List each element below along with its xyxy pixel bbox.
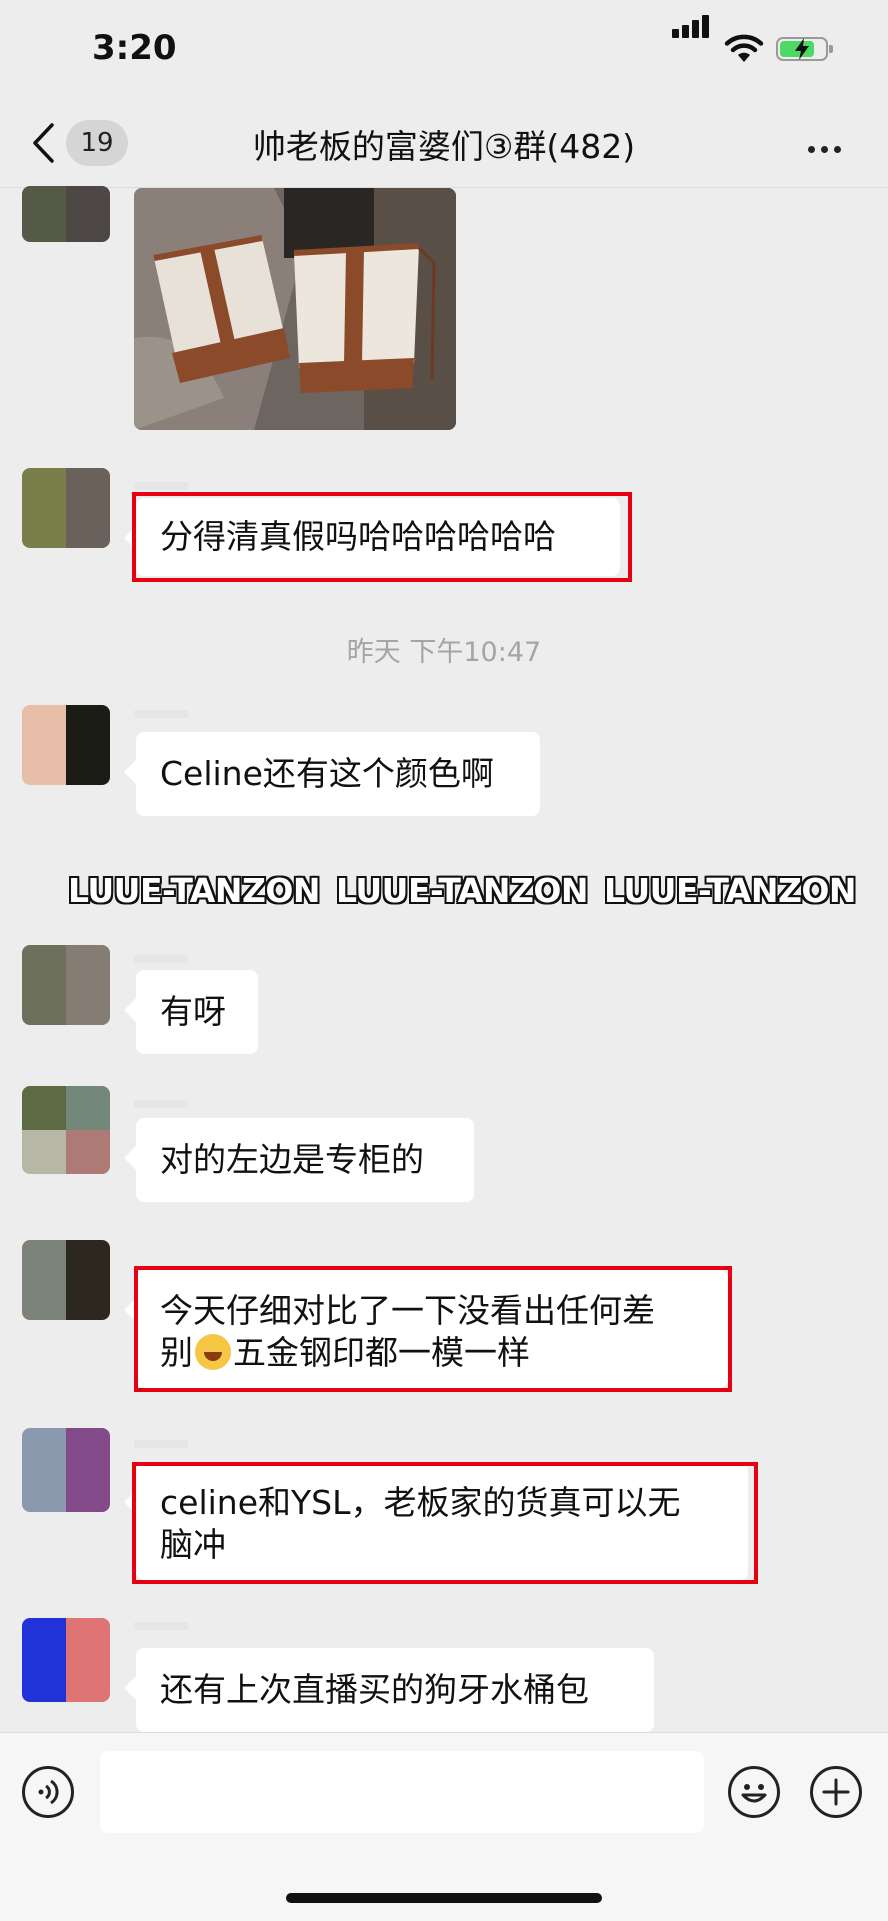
message-bubble[interactable]: 有呀 xyxy=(124,970,258,1054)
avatar[interactable] xyxy=(22,468,110,548)
message-text: 还有上次直播买的狗牙水桶包 xyxy=(160,1670,589,1709)
wifi-icon xyxy=(724,34,764,62)
watermark: LUUE-TANZON xyxy=(604,871,857,910)
watermark: LUUE-TANZON xyxy=(336,871,589,910)
more-dots-icon[interactable] xyxy=(808,138,847,157)
timestamp: 昨天 下午10:47 xyxy=(346,637,542,668)
sender-name-redacted xyxy=(134,1622,188,1630)
plus-icon[interactable] xyxy=(810,1766,862,1818)
avatar[interactable] xyxy=(22,1240,110,1320)
watermark: LUUE-TANZON xyxy=(68,871,321,910)
avatar[interactable] xyxy=(22,705,110,785)
highlight-box xyxy=(132,1462,758,1584)
sender-name-redacted xyxy=(134,955,188,963)
home-indicator xyxy=(286,1893,602,1903)
message-bubble[interactable]: 还有上次直播买的狗牙水桶包 xyxy=(124,1648,654,1732)
sender-name-redacted xyxy=(134,710,188,718)
chat-header: 19 帅老板的富婆们③群(482) xyxy=(0,100,888,188)
chevron-left-icon[interactable] xyxy=(30,122,56,164)
sender-name-redacted xyxy=(134,482,188,490)
message-text: 对的左边是专柜的 xyxy=(160,1140,424,1179)
message-bubble[interactable]: 对的左边是专柜的 xyxy=(124,1118,474,1202)
voice-icon[interactable] xyxy=(22,1766,74,1818)
message-input[interactable] xyxy=(100,1751,704,1833)
input-bar xyxy=(0,1732,888,1921)
sender-name-redacted xyxy=(134,1100,188,1108)
chat-title: 帅老板的富婆们③群(482) xyxy=(252,127,636,166)
unread-count-badge[interactable]: 19 xyxy=(66,120,128,166)
status-time: 3:20 xyxy=(92,28,177,68)
battery-icon xyxy=(776,37,833,61)
message-bubble[interactable]: Celine还有这个颜色啊 xyxy=(124,732,540,816)
status-bar: 3:20 xyxy=(0,0,888,100)
highlight-box xyxy=(132,492,632,582)
image-message[interactable] xyxy=(134,188,456,430)
avatar[interactable] xyxy=(22,1618,110,1702)
avatar[interactable] xyxy=(22,945,110,1025)
avatar[interactable] xyxy=(22,186,110,242)
emoji-icon[interactable] xyxy=(728,1766,780,1818)
message-text: 有呀 xyxy=(160,992,226,1031)
message-text: Celine还有这个颜色啊 xyxy=(160,754,494,793)
avatar[interactable] xyxy=(22,1428,110,1512)
highlight-box xyxy=(134,1266,732,1392)
sender-name-redacted xyxy=(134,1440,188,1448)
avatar[interactable] xyxy=(22,1086,110,1174)
